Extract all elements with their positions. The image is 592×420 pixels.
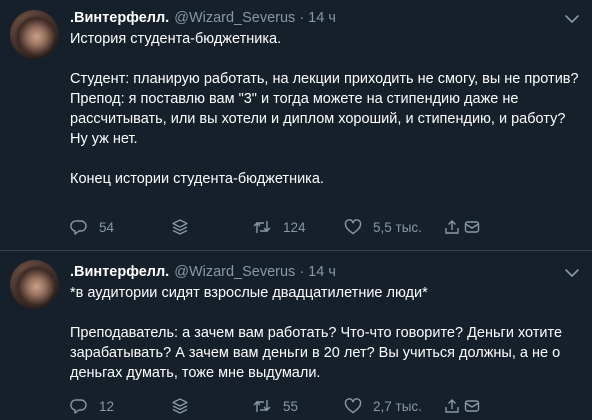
- retweet-count: 124: [283, 219, 306, 235]
- like-button[interactable]: 5,5 тыс.: [344, 217, 422, 237]
- tweet[interactable]: .Винтерфелл. @Wizard_Severus · 14 ч *в ауди…: [0, 251, 592, 420]
- author-name[interactable]: .Винтерфелл.: [70, 10, 169, 26]
- tweet-text: История студента-бюджетника. Студент: пл…: [70, 29, 582, 189]
- retweet-icon: [252, 218, 272, 236]
- like-count: 2,7 тыс.: [373, 398, 422, 414]
- thread-button[interactable]: [170, 217, 190, 237]
- share-button[interactable]: [443, 396, 481, 416]
- reply-button[interactable]: 54: [70, 217, 114, 237]
- tweet-paragraph: Конец истории студента-бюджетника.: [70, 171, 324, 187]
- reply-count: 54: [99, 219, 115, 235]
- tweet-actions: 54 124 5,5 тыс.: [70, 217, 490, 237]
- share-icon: [443, 397, 461, 415]
- share-icon: [443, 218, 461, 236]
- separator-dot: ·: [299, 264, 305, 280]
- stack-icon: [170, 218, 190, 236]
- tweet-paragraph: Препод: я поставлю вам "3" и тогда может…: [70, 91, 566, 147]
- retweet-button[interactable]: 124: [252, 217, 306, 237]
- like-icon: [344, 397, 362, 415]
- thread-button[interactable]: [170, 396, 190, 416]
- tweet-header: .Винтерфелл. @Wizard_Severus · 14 ч: [70, 8, 336, 28]
- like-icon: [344, 218, 362, 236]
- author-handle[interactable]: @Wizard_Severus: [174, 264, 295, 280]
- tweet-actions: 12 55 2,7 тыс.: [70, 396, 490, 416]
- tweet[interactable]: .Винтерфелл. @Wizard_Severus · 14 ч История…: [0, 0, 592, 250]
- chevron-down-icon[interactable]: [564, 12, 580, 24]
- reply-icon: [70, 218, 88, 236]
- tweet-header: .Винтерфелл. @Wizard_Severus · 14 ч: [70, 262, 336, 282]
- author-name[interactable]: .Винтерфелл.: [70, 264, 169, 280]
- author-handle[interactable]: @Wizard_Severus: [174, 10, 295, 26]
- tweet-paragraph: Преподаватель: а зачем вам работать? Что…: [70, 325, 563, 381]
- chevron-down-icon[interactable]: [564, 266, 580, 278]
- like-count: 5,5 тыс.: [373, 219, 422, 235]
- avatar[interactable]: [10, 10, 59, 59]
- retweet-count: 55: [283, 398, 299, 414]
- tweet-paragraph: Студент: планирую работать, на лекции пр…: [70, 71, 579, 87]
- timestamp[interactable]: 14 ч: [308, 10, 336, 26]
- tweet-text: *в аудитории сидят взрослые двадцатилетн…: [70, 283, 582, 383]
- stack-icon: [170, 397, 190, 415]
- reply-button[interactable]: 12: [70, 396, 114, 416]
- tweet-paragraph: *в аудитории сидят взрослые двадцатилетн…: [70, 285, 428, 301]
- reply-count: 12: [99, 398, 115, 414]
- share-button[interactable]: [443, 217, 481, 237]
- like-button[interactable]: 2,7 тыс.: [344, 396, 422, 416]
- separator-dot: ·: [299, 10, 305, 26]
- retweet-button[interactable]: 55: [252, 396, 298, 416]
- tweet-paragraph: История студента-бюджетника.: [70, 31, 282, 47]
- retweet-icon: [252, 397, 272, 415]
- avatar[interactable]: [10, 260, 59, 309]
- message-icon[interactable]: [463, 397, 481, 415]
- message-icon[interactable]: [463, 218, 481, 236]
- reply-icon: [70, 397, 88, 415]
- timestamp[interactable]: 14 ч: [308, 264, 336, 280]
